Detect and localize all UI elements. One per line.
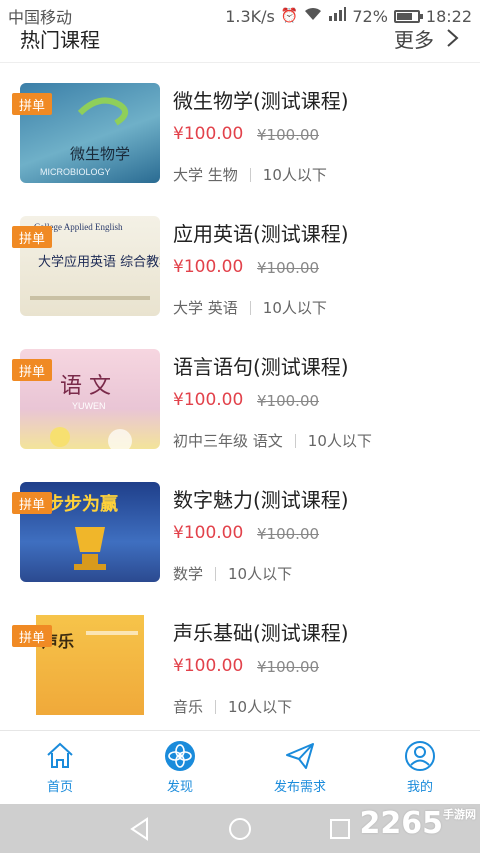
cover-subtitle: MICROBIOLOGY	[40, 167, 111, 177]
course-original-price: ¥100.00	[257, 259, 320, 277]
course-original-price: ¥100.00	[257, 658, 320, 676]
course-price: ¥100.00	[173, 523, 244, 543]
course-capacity: 10人以下	[228, 565, 293, 583]
course-item[interactable]: 语 文 YUWEN 拼单 语言语句(测试课程) ¥100.00 ¥100.00 …	[0, 329, 480, 462]
more-link[interactable]: 更多	[394, 24, 460, 53]
send-icon	[286, 743, 314, 769]
course-category: 音乐	[173, 698, 204, 716]
more-label: 更多	[394, 27, 434, 52]
group-buy-badge: 拼单	[12, 492, 52, 514]
course-title: 语言语句(测试课程)	[173, 355, 349, 379]
bottom-tab-bar: 首页 发现 发布需求 我的	[0, 730, 480, 804]
section-title: 热门课程	[20, 27, 100, 52]
course-price: ¥100.00	[173, 124, 244, 144]
tab-profile-label: 我的	[406, 780, 433, 795]
course-capacity: 10人以下	[228, 698, 293, 716]
course-price: ¥100.00	[173, 390, 244, 410]
course-original-price: ¥100.00	[257, 392, 320, 410]
course-item[interactable]: 微生物学 MICROBIOLOGY 拼单 微生物学(测试课程) ¥100.00 …	[0, 63, 480, 196]
course-capacity: 10人以下	[307, 432, 372, 450]
course-price: ¥100.00	[173, 656, 244, 676]
recents-icon[interactable]	[327, 816, 353, 842]
course-title: 声乐基础(测试课程)	[173, 621, 349, 645]
course-category: 初中三年级 语文	[173, 432, 283, 450]
tab-home[interactable]: 首页	[0, 731, 120, 804]
course-title: 数字魅力(测试课程)	[173, 488, 349, 512]
tab-home-label: 首页	[46, 780, 73, 795]
cover-subtitle: YUWEN	[72, 401, 106, 411]
group-buy-badge: 拼单	[12, 226, 52, 248]
course-item[interactable]: 声乐 拼单 声乐基础(测试课程) ¥100.00 ¥100.00 音乐 10人以…	[0, 595, 480, 728]
discover-icon	[165, 741, 195, 771]
course-original-price: ¥100.00	[257, 525, 320, 543]
section-header: 热门课程 更多	[0, 16, 480, 60]
course-item[interactable]: 步步为赢 拼单 数字魅力(测试课程) ¥100.00 ¥100.00 数学 10…	[0, 462, 480, 595]
back-icon[interactable]	[127, 816, 153, 842]
home-button-icon[interactable]	[227, 816, 253, 842]
course-capacity: 10人以下	[262, 166, 327, 184]
watermark-logo: 2265手游网	[359, 806, 477, 841]
course-title: 应用英语(测试课程)	[173, 222, 349, 246]
tab-discover-label: 发现	[166, 780, 193, 795]
course-original-price: ¥100.00	[257, 126, 320, 144]
course-title: 微生物学(测试课程)	[173, 89, 349, 113]
course-category: 大学 生物	[173, 166, 238, 184]
course-category: 大学 英语	[173, 299, 238, 317]
group-buy-badge: 拼单	[12, 625, 52, 647]
cover-title: 语 文	[60, 374, 111, 399]
tab-publish[interactable]: 发布需求	[240, 731, 360, 804]
cover-title: 步步为赢	[46, 493, 118, 515]
tab-discover[interactable]: 发现	[120, 731, 240, 804]
cover-title: 微生物学	[70, 146, 130, 163]
course-item[interactable]: College Applied English 大学应用英语 综合教程2 拼单 …	[0, 196, 480, 329]
course-capacity: 10人以下	[262, 299, 327, 317]
group-buy-badge: 拼单	[12, 359, 52, 381]
chevron-right-icon	[447, 29, 459, 47]
cover-title: 大学应用英语 综合教程2	[38, 254, 160, 270]
home-icon	[47, 742, 73, 768]
user-icon	[405, 741, 435, 771]
tab-profile[interactable]: 我的	[360, 731, 480, 804]
course-cover: 声乐	[36, 615, 144, 715]
group-buy-badge: 拼单	[12, 93, 52, 115]
tab-publish-label: 发布需求	[273, 780, 326, 795]
course-list: 微生物学 MICROBIOLOGY 拼单 微生物学(测试课程) ¥100.00 …	[0, 63, 480, 728]
course-category: 数学	[173, 565, 204, 583]
course-price: ¥100.00	[173, 257, 244, 277]
